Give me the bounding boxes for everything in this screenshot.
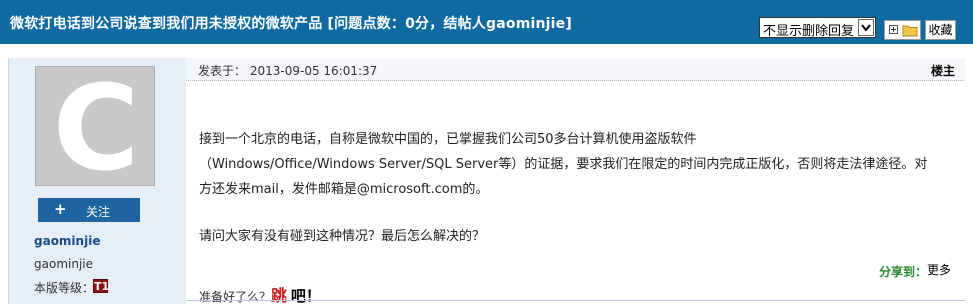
plus-icon: [889, 25, 898, 34]
post-time: 发表于： 2013-09-05 16:01:37: [198, 62, 377, 79]
share-label: 分享到：: [879, 265, 928, 279]
thread-title-bar: 微软打电话到公司说查到我们用未授权的微软产品 [问题点数：0分，结帖人gaomi…: [0, 0, 973, 44]
signature-suffix: ！: [305, 287, 321, 305]
chevron-down-icon[interactable]: [858, 19, 874, 36]
reply-filter-select[interactable]: 不显示删除回复: [759, 17, 876, 39]
avatar[interactable]: C: [35, 66, 155, 186]
divider: [186, 300, 965, 301]
expand-all-button[interactable]: [884, 20, 921, 40]
follow-button[interactable]: + 关注: [38, 198, 140, 222]
follow-label: 关注: [86, 205, 111, 219]
post-line: 方还发来mail，发件邮箱是@microsoft.com的。: [199, 182, 489, 197]
floor-label: 楼主: [930, 64, 955, 78]
posted-time: 2013-09-05 16:01:37: [249, 64, 378, 78]
user-panel: C + 关注 gaominjie gaominjie 本版等级： T1: [8, 58, 187, 304]
signature-prefix: 准备好了么？: [199, 290, 272, 304]
plus-icon: +: [54, 200, 67, 218]
username-link[interactable]: gaominjie: [34, 234, 100, 248]
signature-jump[interactable]: 跳: [271, 286, 287, 305]
reply-filter-value: 不显示删除回复: [763, 24, 855, 39]
post-line: （Windows/Office/Windows Server/SQL Serve…: [199, 157, 928, 172]
folder-icon: [902, 24, 918, 40]
avatar-letter: C: [52, 66, 140, 186]
favorite-button[interactable]: 收藏: [925, 20, 956, 40]
post-line: 接到一个北京的电话，自称是微软中国的，已掌握我们公司50多台计算机使用盗版软件: [199, 132, 697, 147]
signature-ba: 吧: [290, 287, 306, 305]
thread-title: 微软打电话到公司说查到我们用未授权的微软产品 [问题点数：0分，结帖人gaomi…: [10, 16, 572, 32]
post-header: 发表于： 2013-09-05 16:01:37 楼主: [186, 58, 965, 81]
post-body: 接到一个北京的电话，自称是微软中国的，已掌握我们公司50多台计算机使用盗版软件 …: [186, 81, 965, 306]
posted-label: 发表于：: [198, 64, 247, 78]
user-nickname: gaominjie: [34, 257, 93, 271]
user-level-label: 本版等级：: [34, 281, 95, 295]
share-more-link[interactable]: 更多: [927, 261, 951, 278]
level-badge: T1: [93, 279, 110, 293]
post-line: 请问大家有没有碰到这种情况？最后怎么解决的？: [199, 229, 486, 244]
signature: 准备好了么？跳 吧！: [199, 282, 321, 306]
